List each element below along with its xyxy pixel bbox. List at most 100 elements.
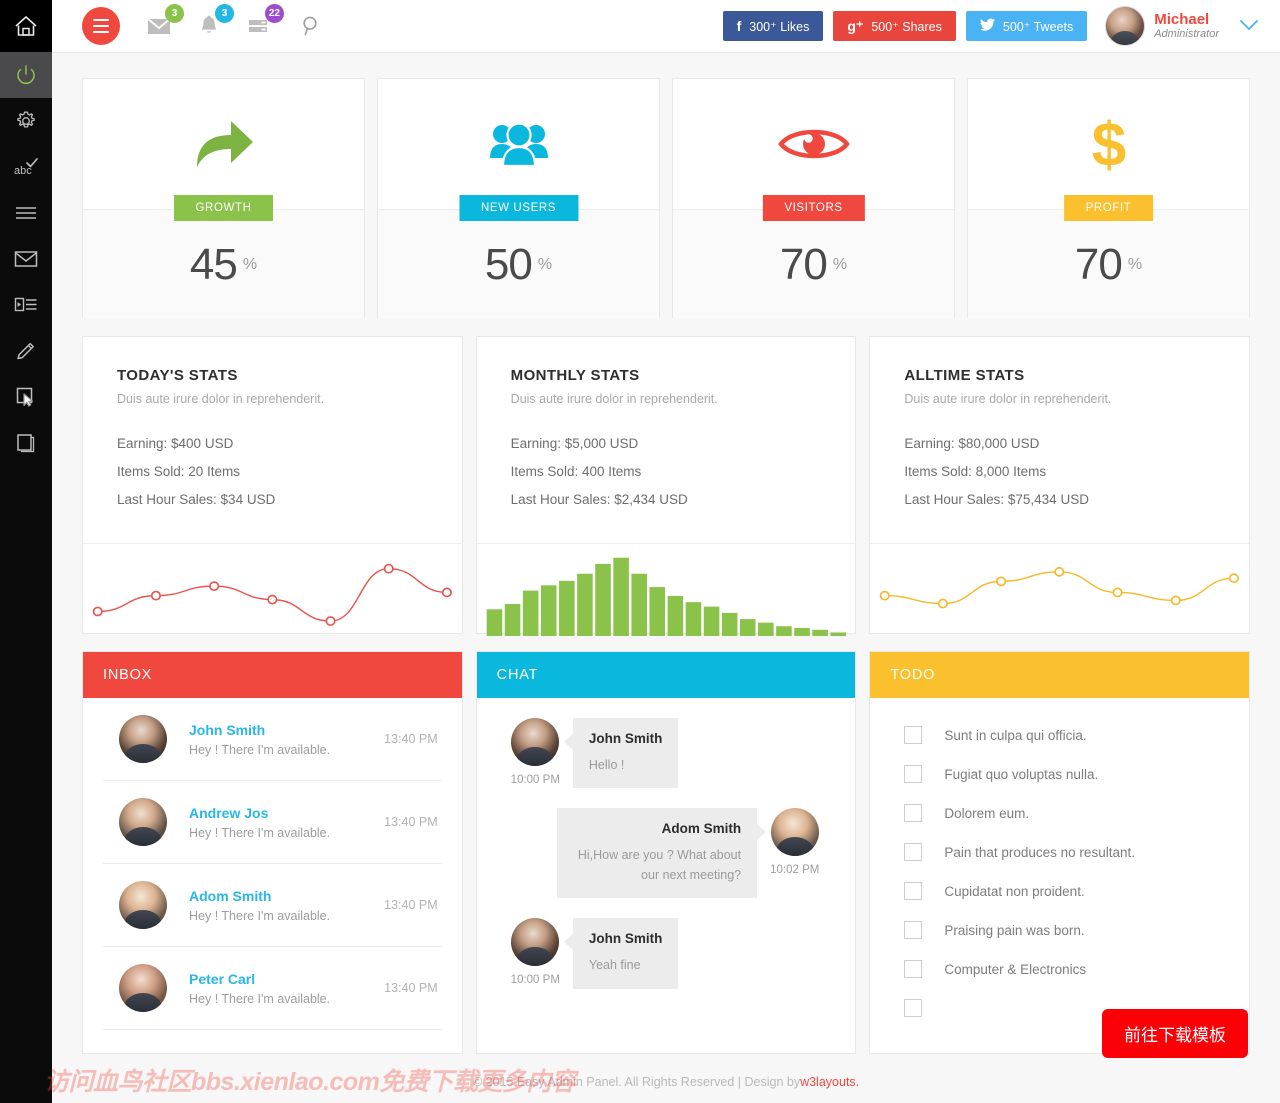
googleplus-shares-label: 500⁺ Shares bbox=[871, 19, 942, 34]
twitter-tweets-label: 500⁺ Tweets bbox=[1002, 19, 1074, 34]
inbox-preview: Hey ! There I'm available. bbox=[189, 991, 331, 1006]
users-icon bbox=[489, 122, 548, 168]
chat-bubble: John Smith Hello ! bbox=[563, 718, 679, 789]
notifications-button[interactable]: 3 bbox=[196, 4, 234, 39]
todo-list-item[interactable]: Computer & Electronics bbox=[892, 950, 1229, 989]
chat-sender-name: Adom Smith bbox=[661, 821, 742, 837]
chat-message: 10:00 PM John Smith Hello ! bbox=[497, 698, 836, 789]
todo-list-item[interactable]: Fugiat quo voluptas nulla. bbox=[892, 755, 1229, 794]
inbox-list-item[interactable]: Peter Carl Hey ! There I'm available. 13:4… bbox=[103, 947, 442, 1030]
dollar-icon: $ bbox=[1091, 112, 1125, 176]
todo-list-item[interactable]: Dolorem eum. bbox=[892, 794, 1229, 833]
todo-checkbox[interactable] bbox=[904, 726, 923, 744]
notifications-badge: 3 bbox=[215, 4, 234, 23]
metric-last-hour: Last Hour Sales: $2,434 USD bbox=[510, 492, 688, 507]
todo-checkbox[interactable] bbox=[904, 999, 923, 1017]
eye-icon bbox=[777, 129, 850, 159]
todo-checkbox[interactable] bbox=[904, 960, 923, 978]
todo-header: TODO bbox=[870, 652, 1250, 698]
metric-items-sold: Items Sold: 20 Items bbox=[117, 464, 241, 479]
sidebar-item-menu[interactable] bbox=[0, 190, 52, 236]
todo-checkbox[interactable] bbox=[904, 882, 923, 900]
inbox-sender-name[interactable]: Andrew Jos bbox=[189, 805, 384, 821]
inbox-list-item[interactable]: Adom Smith Hey ! There I'm available. 13:4… bbox=[103, 864, 442, 947]
sidebar-item-edit[interactable] bbox=[0, 328, 52, 374]
inbox-list-item[interactable]: Andrew Jos Hey ! There I'm available. 13:4… bbox=[103, 781, 442, 864]
chat-header: CHAT bbox=[476, 652, 856, 698]
kpi-cards-row: 45 % GROWTH 50 % NEW USERS 70 % VISITORS… bbox=[52, 53, 1280, 319]
footer-text: © 2015 Easy Admin Panel. All Rights Rese… bbox=[472, 1075, 801, 1089]
sidebar-item-power[interactable] bbox=[0, 52, 52, 98]
social-stats-group: f 300⁺ Likes g⁺ 500⁺ Shares 500⁺ Tweets bbox=[722, 11, 1088, 41]
chat-widget: CHAT 10:00 PM John Smith Hello ! Adom Smith… bbox=[475, 651, 857, 1054]
chat-message-list: 10:00 PM John Smith Hello ! Adom Smith Hi,Ho… bbox=[477, 698, 856, 989]
avatar bbox=[119, 715, 167, 763]
main-content: 45 % GROWTH 50 % NEW USERS 70 % VISITORS… bbox=[52, 53, 1280, 1103]
user-profile-menu[interactable]: Michael Administrator bbox=[1105, 6, 1258, 46]
sidebar-item-settings[interactable] bbox=[0, 98, 52, 144]
tasks-button[interactable]: 22 bbox=[246, 4, 284, 39]
hamburger-bar bbox=[93, 19, 109, 21]
avatar bbox=[119, 798, 167, 846]
todo-checkbox[interactable] bbox=[904, 765, 923, 783]
sidebar-home-button[interactable] bbox=[0, 0, 52, 52]
inbox-list-item[interactable]: John Smith Hey ! There I'm available. 13:4… bbox=[103, 698, 442, 781]
panel-title: ALLTIME STATS bbox=[904, 367, 1025, 384]
sidebar-item-mail[interactable] bbox=[0, 236, 52, 282]
sidebar-item-select[interactable] bbox=[0, 374, 52, 420]
todo-list-item[interactable]: Cupidatat non proident. bbox=[892, 872, 1229, 911]
inbox-timestamp: 13:40 PM bbox=[384, 898, 438, 912]
messages-button[interactable]: 3 bbox=[146, 4, 184, 39]
page-footer: © 2015 Easy Admin Panel. All Rights Rese… bbox=[52, 1061, 1280, 1103]
inbox-sender-name[interactable]: Peter Carl bbox=[189, 971, 384, 987]
inbox-item-text: Adom Smith Hey ! There I'm available. bbox=[189, 888, 384, 923]
kpi-icon-area bbox=[673, 79, 954, 209]
inbox-widget: INBOX John Smith Hey ! There I'm availabl… bbox=[82, 651, 463, 1054]
panel-metrics: Earning: $80,000 USD Items Sold: 8,000 I… bbox=[904, 436, 1215, 507]
facebook-likes-button[interactable]: f 300⁺ Likes bbox=[722, 11, 824, 41]
search-button[interactable] bbox=[298, 13, 324, 39]
chat-avatar-wrap: 10:00 PM bbox=[511, 918, 560, 988]
dashboard-root: abc 3 3 22 f 300⁺ Likes g⁺ 500⁺ Shares 5… bbox=[0, 0, 1280, 1103]
todo-checkbox[interactable] bbox=[904, 843, 923, 861]
todo-label: Dolorem eum. bbox=[944, 805, 1030, 821]
abc-check-icon: abc bbox=[14, 158, 38, 177]
panel-title: TODAY'S STATS bbox=[117, 367, 238, 384]
kpi-card-visitors[interactable]: 70 % VISITORS bbox=[672, 78, 955, 319]
metric-last-hour: Last Hour Sales: $75,434 USD bbox=[904, 492, 1089, 507]
panel-alltime-stats: ALLTIME STATS Duis aute irure dolor in r… bbox=[869, 336, 1251, 634]
sidebar-item-indent[interactable] bbox=[0, 282, 52, 328]
kpi-card-growth[interactable]: 45 % GROWTH bbox=[82, 78, 365, 319]
todo-list-item[interactable]: Sunt in culpa qui officia. bbox=[892, 716, 1229, 755]
panel-todays-stats: TODAY'S STATS Duis aute irure dolor in r… bbox=[82, 336, 463, 634]
home-icon bbox=[15, 16, 37, 36]
kpi-card-new-users[interactable]: 50 % NEW USERS bbox=[377, 78, 660, 319]
kpi-unit: % bbox=[242, 255, 258, 273]
todo-checkbox[interactable] bbox=[904, 921, 923, 939]
footer-link-w3layouts[interactable]: w3layouts. bbox=[800, 1075, 859, 1089]
chevron-down-icon[interactable] bbox=[1240, 18, 1258, 35]
avatar bbox=[119, 964, 167, 1012]
facebook-icon: f bbox=[736, 18, 742, 34]
inbox-sender-name[interactable]: John Smith bbox=[189, 722, 384, 738]
todo-label: Fugiat quo voluptas nulla. bbox=[944, 766, 1099, 782]
kpi-value: 70 bbox=[779, 239, 828, 289]
todo-list-item[interactable]: Praising pain was born. bbox=[892, 911, 1229, 950]
inbox-item-text: Peter Carl Hey ! There I'm available. bbox=[189, 971, 384, 1006]
todo-list-item[interactable]: Pain that produces no resultant. bbox=[892, 833, 1229, 872]
googleplus-shares-button[interactable]: g⁺ 500⁺ Shares bbox=[833, 11, 956, 41]
todo-label: Cupidatat non proident. bbox=[944, 883, 1085, 899]
header-notification-icons: 3 3 22 bbox=[146, 4, 284, 39]
menu-toggle-button[interactable] bbox=[82, 7, 120, 45]
twitter-tweets-button[interactable]: 500⁺ Tweets bbox=[965, 11, 1088, 41]
download-template-button[interactable]: 前往下载模板 bbox=[1102, 1009, 1248, 1058]
top-header: 3 3 22 f 300⁺ Likes g⁺ 500⁺ Shares 500⁺ … bbox=[52, 0, 1280, 53]
inbox-sender-name[interactable]: Adom Smith bbox=[189, 888, 384, 904]
sidebar-item-library[interactable] bbox=[0, 420, 52, 466]
kpi-value: 70 bbox=[1074, 239, 1123, 289]
chat-text: Hi,How are you ? What about our next mee… bbox=[577, 848, 742, 882]
profile-name: Michael bbox=[1154, 10, 1210, 28]
todo-checkbox[interactable] bbox=[904, 804, 923, 822]
kpi-card-profit[interactable]: $ 70 % PROFIT bbox=[967, 78, 1250, 319]
sidebar-item-spellcheck[interactable]: abc bbox=[0, 144, 52, 190]
